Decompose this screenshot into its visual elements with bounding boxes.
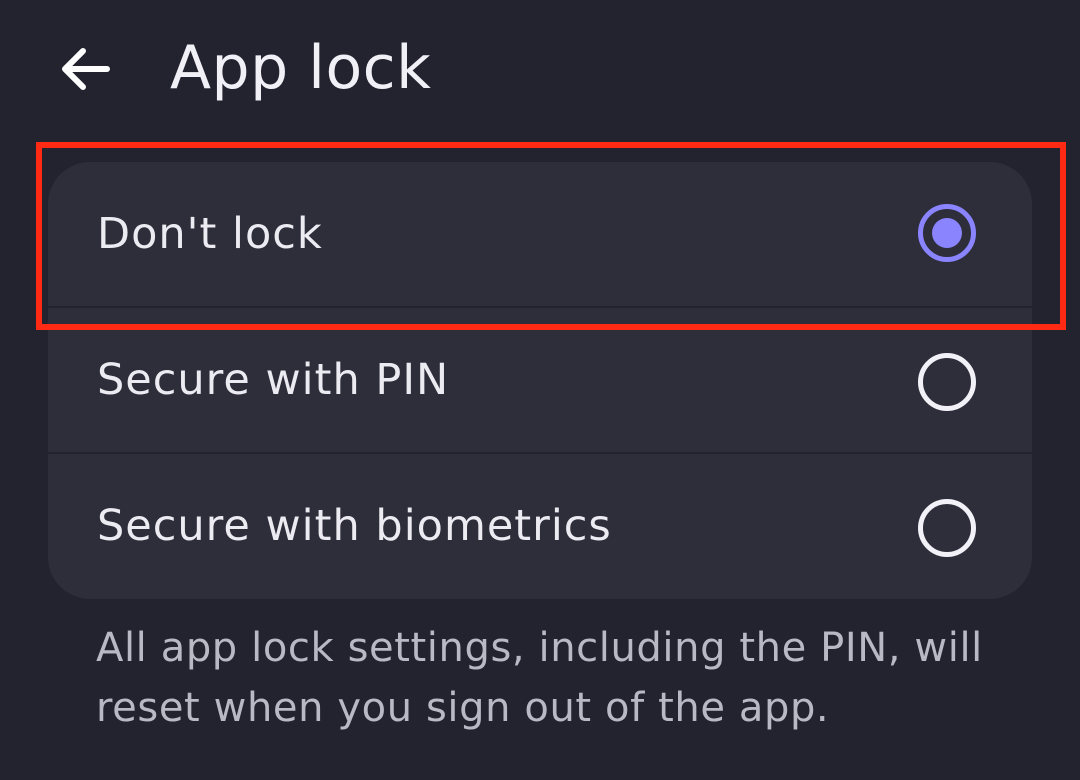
top-app-bar: App lock [0,0,1080,140]
option-dont-lock[interactable]: Don't lock [48,162,1032,306]
option-secure-with-biometrics[interactable]: Secure with biometrics [48,454,1032,598]
option-label: Don't lock [97,209,323,259]
option-secure-with-pin[interactable]: Secure with PIN [48,308,1032,452]
arrow-left-icon [62,48,110,90]
radio-selected-icon[interactable] [917,203,977,263]
app-lock-footnote: All app lock settings, including the PIN… [96,625,983,731]
option-label: Secure with PIN [97,355,450,405]
page-title: App lock [170,33,432,103]
back-button[interactable] [50,34,120,104]
lock-options-card: Don't lock Secure with PIN Secure with b… [48,162,1032,599]
radio-unselected-icon[interactable] [917,498,977,558]
option-label: Secure with biometrics [97,501,612,551]
radio-unselected-icon[interactable] [917,352,977,412]
